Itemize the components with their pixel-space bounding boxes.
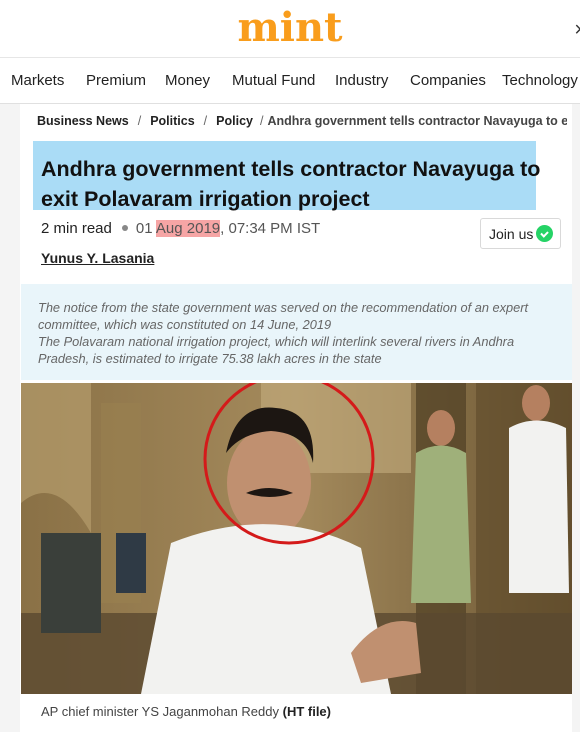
article-meta: 2 min read 01 Aug 2019, 07:34 PM IST <box>41 220 320 237</box>
breadcrumb-business-news[interactable]: Business News <box>37 114 129 128</box>
read-time: 2 min read <box>41 220 112 237</box>
breadcrumb-current: Andhra government tells contractor Navay… <box>267 114 567 128</box>
main-nav: Markets Premium Money Mutual Fund Indust… <box>0 58 580 104</box>
right-gutter <box>572 104 580 732</box>
author-link[interactable]: Yunus Y. Lasania <box>41 250 154 266</box>
nav-item-companies[interactable]: Companies <box>410 72 486 89</box>
nav-item-markets[interactable]: Markets <box>11 72 64 89</box>
breadcrumb-policy[interactable]: Policy <box>216 114 253 128</box>
breadcrumb-separator: / <box>203 114 208 128</box>
nav-item-industry[interactable]: Industry <box>335 72 388 89</box>
nav-item-premium[interactable]: Premium <box>86 72 146 89</box>
date-month-year: Aug 2019 <box>155 220 221 237</box>
meta-dot <box>121 225 128 232</box>
summary-point: The notice from the state government was… <box>38 300 529 332</box>
article-photo <box>21 383 572 694</box>
join-us-button[interactable]: Join us <box>480 218 561 249</box>
breadcrumb: Business News / Politics / Policy / Andhra gov… <box>37 114 567 128</box>
article-headline: Andhra government tells contractor Navay… <box>41 157 541 211</box>
breadcrumb-separator: / <box>137 114 142 128</box>
summary-point: The Polavaram national irrigation projec… <box>38 334 515 366</box>
close-icon[interactable]: × <box>574 20 580 40</box>
site-header: mint × <box>0 0 580 58</box>
nav-item-mutual-fund[interactable]: Mutual Fund <box>232 72 315 89</box>
breadcrumb-separator: / <box>259 114 264 128</box>
article-summary: The notice from the state government was… <box>21 284 572 380</box>
publish-date: 01 Aug 2019, 07:34 PM IST <box>136 220 320 237</box>
mint-logo[interactable]: mint <box>0 6 580 50</box>
nav-item-technology[interactable]: Technology <box>502 72 578 89</box>
date-day: 01 <box>135 220 153 237</box>
nav-item-money[interactable]: Money <box>165 72 210 89</box>
date-time: , 07:34 PM IST <box>220 220 321 237</box>
join-us-label: Join us <box>489 226 534 242</box>
caption-credit: (HT file) <box>282 704 331 719</box>
photo-illustration <box>21 383 572 694</box>
left-gutter <box>0 104 20 732</box>
breadcrumb-politics[interactable]: Politics <box>150 114 194 128</box>
caption-text: AP chief minister YS Jaganmohan Reddy <box>41 704 283 719</box>
photo-caption: AP chief minister YS Jaganmohan Reddy (H… <box>41 704 331 719</box>
whatsapp-icon <box>536 225 553 242</box>
